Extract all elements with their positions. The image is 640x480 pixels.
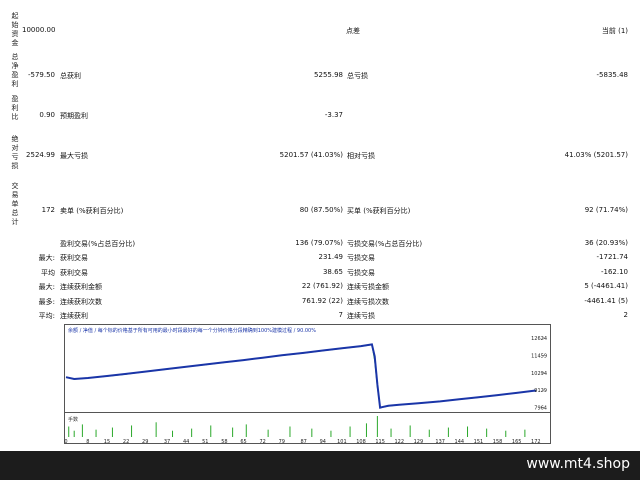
y-tick-label: 10294 bbox=[531, 371, 547, 377]
x-tick-label: 129 bbox=[414, 439, 424, 444]
expected-payoff-value: -3.37 bbox=[324, 111, 343, 119]
largest-profit-label: 获利交易 bbox=[60, 254, 88, 262]
largest-profit-value: 231.49 bbox=[318, 253, 344, 261]
x-tick-label: 58 bbox=[221, 439, 227, 444]
side-label-profit-factor: 盈利比 bbox=[11, 95, 19, 121]
max-cons-loss-value: -4461.41 (5) bbox=[584, 297, 628, 305]
x-tick-label: 51 bbox=[202, 439, 208, 444]
avg-profit-value: 38.65 bbox=[322, 268, 343, 276]
x-tick-label: 87 bbox=[300, 439, 306, 444]
max-cons-loss-label: 连续亏损次数 bbox=[347, 298, 389, 306]
initial-deposit-value: 10000.00 bbox=[22, 26, 56, 34]
avg-loss-label: 亏损交易 bbox=[347, 269, 375, 277]
spread-value: 当前 (1) bbox=[601, 27, 628, 35]
short-positions-value: 80 (87.50%) bbox=[299, 206, 343, 214]
x-tick-label: 137 bbox=[435, 439, 445, 444]
avg-cons-wins-value: 7 bbox=[338, 311, 343, 319]
avg-row-label: 平均: bbox=[38, 312, 55, 320]
loss-trades-label: 亏损交易(%占总百分比) bbox=[347, 240, 423, 248]
gross-loss-label: 总亏损 bbox=[347, 72, 368, 80]
gross-profit-label: 总获利 bbox=[60, 72, 81, 80]
gross-profit-value: 5255.98 bbox=[314, 71, 343, 79]
x-tick-label: 72 bbox=[259, 439, 265, 444]
largest-loss-label: 亏损交易 bbox=[347, 254, 375, 262]
y-tick-label: 11459 bbox=[531, 353, 547, 359]
loss-trades-value: 36 (20.93%) bbox=[584, 239, 628, 247]
absolute-drawdown-value: 2524.99 bbox=[26, 151, 55, 159]
max-cons-profit-label: 连续获利次数 bbox=[60, 298, 102, 306]
side-label-trades: 交易单总计 bbox=[11, 182, 19, 226]
total-net-profit-value: -579.50 bbox=[27, 71, 55, 79]
gross-loss-value: -5835.48 bbox=[596, 71, 628, 79]
profit-trades-value: 136 (79.07%) bbox=[295, 239, 343, 247]
long-positions-label: 买单 (%获利百分比) bbox=[347, 207, 411, 215]
avg-profit-label: 获利交易 bbox=[60, 269, 88, 277]
side-label-abs-drawdown: 绝对亏损 bbox=[11, 135, 19, 170]
most-row-label: 最多: bbox=[38, 298, 55, 306]
watermark-text: www.mt4.shop bbox=[526, 456, 630, 472]
x-tick-label: 29 bbox=[142, 439, 148, 444]
side-label-net-profit: 总净盈利 bbox=[11, 53, 19, 88]
max-cons-losses-value: 5 (-4461.41) bbox=[584, 282, 628, 290]
avg-cons-losses-label: 连续亏损 bbox=[347, 312, 375, 320]
volume-label: 手数 bbox=[68, 416, 78, 423]
max-cons-wins-label: 连续获利金额 bbox=[60, 283, 102, 291]
x-tick-label: 22 bbox=[123, 439, 129, 444]
avg-cons-wins-label: 连续获利 bbox=[60, 312, 88, 320]
balance-chart: 余额 / 净值 / 每个标的价格基于所有可用的最小时段最好的每一个分钟价格分段精… bbox=[64, 324, 551, 444]
largest-row-label: 最大: bbox=[38, 254, 55, 262]
side-label-deposit: 起始资金 bbox=[11, 12, 19, 47]
x-tick-label: 144 bbox=[455, 439, 465, 444]
y-tick-label: 12624 bbox=[531, 336, 547, 342]
x-tick-label: 158 bbox=[493, 439, 503, 444]
x-tick-label: 115 bbox=[375, 439, 385, 444]
x-tick-label: 0 bbox=[64, 439, 67, 444]
x-tick-label: 8 bbox=[86, 439, 89, 444]
max-drawdown-value: 5201.57 (41.03%) bbox=[279, 151, 343, 159]
x-tick-label: 151 bbox=[474, 439, 484, 444]
max-row-label: 最大: bbox=[38, 283, 55, 291]
x-tick-label: 165 bbox=[512, 439, 522, 444]
x-tick-label: 44 bbox=[183, 439, 189, 444]
max-cons-losses-label: 连续亏损金额 bbox=[347, 283, 389, 291]
avg-loss-value: -162.10 bbox=[600, 268, 628, 276]
x-tick-label: 172 bbox=[531, 439, 541, 444]
expected-payoff-label: 预期盈利 bbox=[60, 112, 88, 120]
short-positions-label: 卖单 (%获利百分比) bbox=[60, 207, 124, 215]
y-tick-label: 9129 bbox=[534, 388, 547, 394]
x-tick-label: 15 bbox=[104, 439, 110, 444]
relative-drawdown-value: 41.03% (5201.57) bbox=[564, 151, 628, 159]
relative-drawdown-label: 相对亏损 bbox=[347, 152, 375, 160]
x-tick-label: 108 bbox=[356, 439, 366, 444]
x-tick-label: 65 bbox=[240, 439, 246, 444]
footer-bar: www.mt4.shop bbox=[0, 451, 640, 480]
y-tick-label: 7964 bbox=[534, 406, 547, 412]
max-drawdown-label: 最大亏损 bbox=[60, 152, 88, 160]
x-tick-label: 122 bbox=[394, 439, 404, 444]
avg-cons-losses-value: 2 bbox=[623, 311, 628, 319]
chart-legend: 余额 / 净值 / 每个标的价格基于所有可用的最小时段最好的每一个分钟价格分段精… bbox=[68, 327, 316, 334]
x-tick-label: 79 bbox=[279, 439, 285, 444]
long-positions-value: 92 (71.74%) bbox=[584, 206, 628, 214]
x-tick-label: 37 bbox=[164, 439, 170, 444]
largest-loss-value: -1721.74 bbox=[596, 253, 628, 261]
total-trades-value: 172 bbox=[41, 206, 55, 214]
average-row-label: 平均 bbox=[41, 269, 55, 277]
profit-trades-label: 盈利交易(%占总百分比) bbox=[60, 240, 136, 248]
x-tick-label: 94 bbox=[320, 439, 326, 444]
max-cons-wins-value: 22 (761.92) bbox=[301, 282, 343, 290]
spread-label: 点差 bbox=[346, 27, 360, 35]
x-tick-label: 101 bbox=[337, 439, 347, 444]
profit-factor-value: 0.90 bbox=[39, 111, 55, 119]
max-cons-profit-value: 761.92 (22) bbox=[301, 297, 343, 305]
